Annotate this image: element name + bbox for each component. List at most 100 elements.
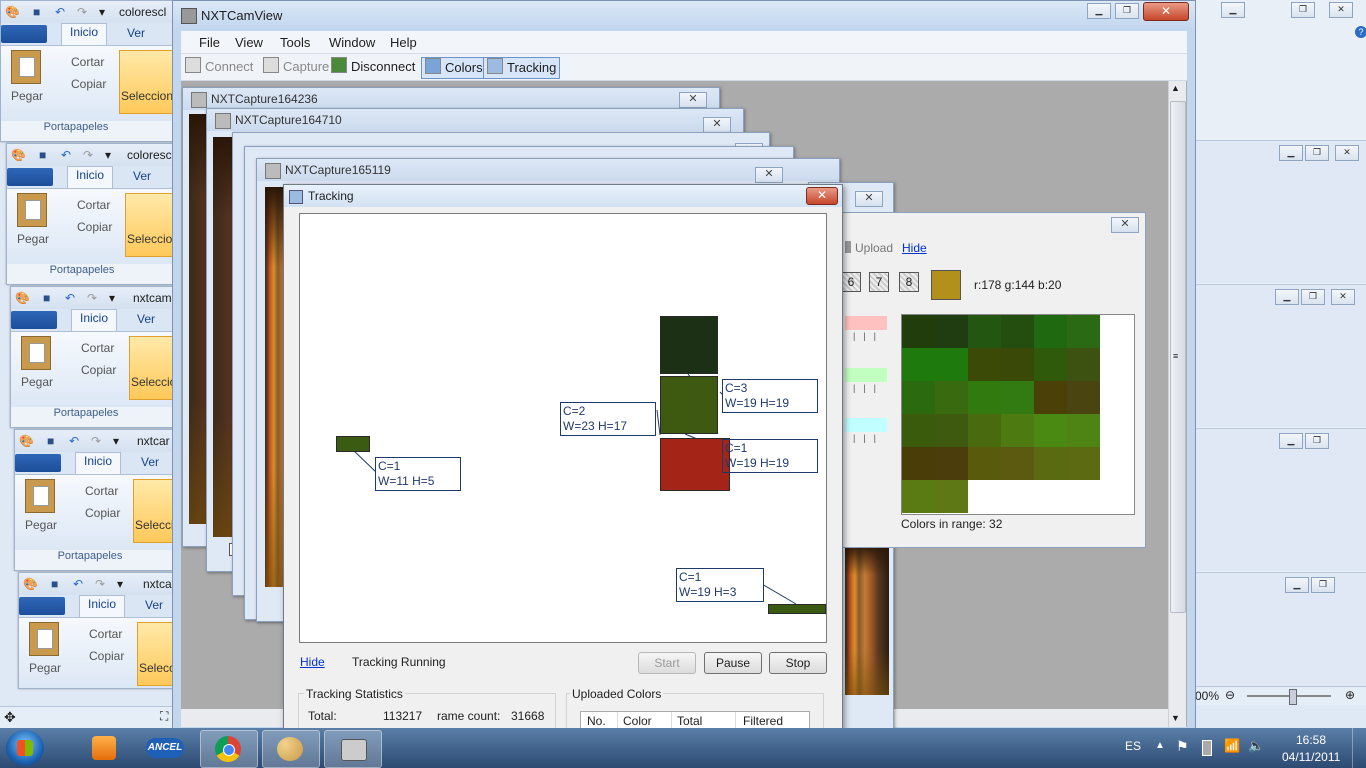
cut-button[interactable]: Cortar: [85, 484, 118, 498]
taskbar-media-player[interactable]: [78, 730, 134, 766]
color-grid-cell[interactable]: [1001, 348, 1034, 381]
close-button[interactable]: ✕: [806, 187, 838, 205]
save-icon[interactable]: ■: [51, 577, 58, 591]
stop-button[interactable]: Stop: [769, 652, 827, 674]
tab-ver[interactable]: Ver: [137, 312, 155, 326]
show-desktop-button[interactable]: [1352, 728, 1366, 768]
clock-time[interactable]: 16:58: [1296, 733, 1326, 747]
tab-inicio[interactable]: Inicio: [61, 23, 108, 45]
redo-icon[interactable]: ↷: [95, 577, 105, 591]
taskbar-nxtcamview[interactable]: [324, 730, 382, 768]
tab-ver[interactable]: Ver: [145, 598, 163, 612]
minimize-button[interactable]: ▁: [1285, 577, 1309, 593]
color-slot-6[interactable]: 6: [841, 272, 861, 292]
color-grid-cell[interactable]: [1034, 447, 1067, 480]
colors-window[interactable]: ✕ Upload Hide 6 7 8 r:178 g:144 b:20 |||…: [841, 212, 1146, 548]
save-icon[interactable]: ■: [47, 434, 54, 448]
copy-button[interactable]: Copiar: [77, 220, 112, 234]
tab-ver[interactable]: Ver: [127, 26, 145, 40]
paste-button[interactable]: Pegar: [17, 232, 49, 246]
color-grid-cell[interactable]: [1034, 315, 1067, 348]
pause-button[interactable]: Pause: [704, 652, 762, 674]
undo-icon[interactable]: ↶: [69, 434, 79, 448]
cut-button[interactable]: Cortar: [71, 55, 104, 69]
color-grid-cell[interactable]: [1067, 348, 1100, 381]
close-button[interactable]: ✕: [1143, 2, 1189, 21]
close-button[interactable]: ✕: [1335, 145, 1359, 161]
color-grid-cell[interactable]: [1034, 381, 1067, 414]
color-grid-cell[interactable]: [1001, 381, 1034, 414]
color-grid-cell[interactable]: [1034, 414, 1067, 447]
qat-dropdown-icon[interactable]: ▾: [113, 434, 119, 448]
color-grid-cell[interactable]: [935, 315, 968, 348]
color-grid-cell[interactable]: [902, 414, 935, 447]
show-hidden-icons[interactable]: ▲: [1155, 740, 1165, 751]
qat-dropdown-icon[interactable]: ▾: [99, 5, 105, 19]
maximize-button[interactable]: ❐: [1291, 2, 1315, 18]
color-grid-cell[interactable]: [968, 381, 1001, 414]
close-button[interactable]: ✕: [1331, 289, 1355, 305]
column-total[interactable]: Total: [677, 714, 702, 728]
undo-icon[interactable]: ↶: [55, 5, 65, 19]
language-indicator[interactable]: ES: [1125, 739, 1141, 753]
minimize-button[interactable]: ▁: [1087, 3, 1111, 19]
tab-inicio[interactable]: Inicio: [71, 309, 118, 331]
color-grid-cell[interactable]: [1067, 315, 1100, 348]
close-button[interactable]: ✕: [703, 117, 731, 133]
paste-icon[interactable]: [17, 193, 47, 227]
copy-button[interactable]: Copiar: [85, 506, 120, 520]
network-icon[interactable]: 📶: [1224, 738, 1240, 754]
color-grid-cell[interactable]: [902, 447, 935, 480]
paste-icon[interactable]: [21, 336, 51, 370]
taskbar-chrome[interactable]: [200, 730, 258, 768]
minimize-button[interactable]: ▁: [1279, 433, 1303, 449]
menu-help[interactable]: Help: [390, 35, 417, 50]
color-grid-cell[interactable]: [1001, 447, 1034, 480]
taskbar-paint[interactable]: [262, 730, 320, 768]
menu-file[interactable]: File: [199, 35, 220, 50]
color-grid-cell[interactable]: [968, 315, 1001, 348]
start-button[interactable]: Start: [638, 652, 696, 674]
color-grid-cell[interactable]: [902, 315, 935, 348]
close-button[interactable]: ✕: [1111, 217, 1139, 233]
redo-icon[interactable]: ↷: [83, 148, 93, 162]
save-icon[interactable]: ■: [43, 291, 50, 305]
help-icon[interactable]: ?: [1355, 26, 1366, 38]
copy-button[interactable]: Copiar: [81, 363, 116, 377]
paste-button[interactable]: Pegar: [29, 661, 61, 675]
paste-icon[interactable]: [29, 622, 59, 656]
color-grid-cell[interactable]: [1034, 348, 1067, 381]
redo-icon[interactable]: ↷: [87, 291, 97, 305]
close-button[interactable]: ✕: [855, 191, 883, 207]
paste-button[interactable]: Pegar: [11, 89, 43, 103]
tracking-button[interactable]: Tracking: [483, 57, 561, 79]
undo-icon[interactable]: ↶: [65, 291, 75, 305]
color-grid-cell[interactable]: [968, 348, 1001, 381]
minimize-button[interactable]: ▁: [1221, 2, 1245, 18]
column-no[interactable]: No.: [587, 714, 606, 728]
file-menu-button[interactable]: [19, 597, 65, 615]
color-grid-cell[interactable]: [1067, 414, 1100, 447]
tab-ver[interactable]: Ver: [133, 169, 151, 183]
color-grid-cell[interactable]: [1001, 315, 1034, 348]
color-grid-cell[interactable]: [1067, 447, 1100, 480]
action-center-icon[interactable]: ⚑: [1176, 738, 1189, 755]
close-button[interactable]: ✕: [1329, 2, 1353, 18]
zoom-slider-thumb[interactable]: [1289, 689, 1297, 705]
minimize-button[interactable]: ▁: [1275, 289, 1299, 305]
vertical-scrollbar[interactable]: ▲ ≡ ▼: [1168, 81, 1186, 727]
tracking-window[interactable]: Tracking ✕ C=1 W=11 H=5 C=2 W=23 H=17 C=3 W…: [283, 184, 843, 735]
color-grid-cell[interactable]: [935, 447, 968, 480]
cut-button[interactable]: Cortar: [77, 198, 110, 212]
select-button[interactable]: [119, 50, 177, 114]
color-grid-cell[interactable]: [935, 348, 968, 381]
undo-icon[interactable]: ↶: [61, 148, 71, 162]
capture-button[interactable]: Capture: [263, 57, 329, 77]
tab-inicio[interactable]: Inicio: [67, 166, 114, 188]
file-menu-button[interactable]: [7, 168, 53, 186]
cut-button[interactable]: Cortar: [81, 341, 114, 355]
paste-button[interactable]: Pegar: [25, 518, 57, 532]
paste-icon[interactable]: [11, 50, 41, 84]
file-menu-button[interactable]: [11, 311, 57, 329]
maximize-button[interactable]: ❐: [1311, 577, 1335, 593]
